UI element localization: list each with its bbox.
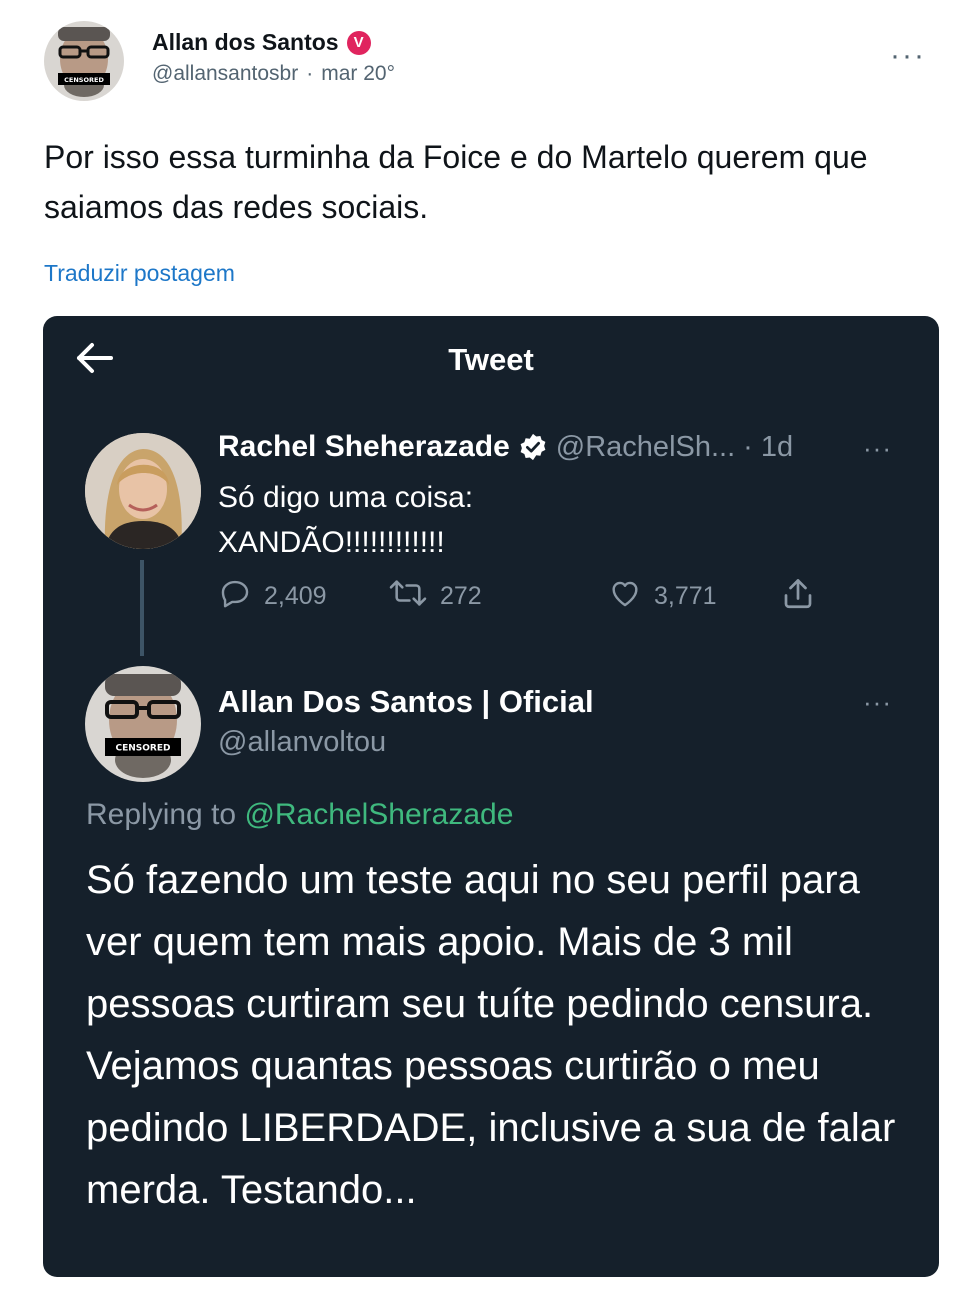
tweet1-text: Só digo uma coisa: XANDÃO!!!!!!!!!!!! [218, 475, 473, 565]
author-avatar-image: CENSORED [44, 21, 124, 101]
tweet-post: CENSORED Allan dos Santos V @allansantos… [0, 0, 972, 1292]
allan-avatar: CENSORED [85, 666, 201, 782]
like-count: 3,771 [654, 582, 717, 610]
allan-avatar-censored-label: CENSORED [116, 744, 171, 754]
tweet1-time: 1d [760, 430, 794, 463]
post-text: Por isso essa turminha da Foice e do Mar… [44, 139, 868, 225]
tweet1-handle: @RachelSh... [555, 430, 736, 463]
rachel-avatar [85, 433, 201, 549]
tweet2-text: Só fazendo um teste aqui no seu perfil p… [86, 858, 896, 1212]
meta-separator: · [306, 62, 314, 85]
tweet1-header: Rachel Sheherazade @RachelSh... · 1d [218, 430, 793, 464]
author-name[interactable]: Allan dos Santos [152, 29, 339, 56]
more-options-icon[interactable]: ··· [890, 41, 926, 71]
embedded-screenshot[interactable]: Tweet Rachel Sheherazade @RachelSh... · … [43, 316, 939, 1277]
retweet-action: 272 [388, 576, 482, 617]
like-action: 3,771 [608, 576, 717, 617]
retweet-icon [388, 576, 428, 617]
reply-icon [218, 576, 252, 617]
tweet1-line2: XANDÃO!!!!!!!!!!!! [218, 526, 445, 559]
replying-mention: @RachelSherazade [244, 798, 514, 831]
translate-post-link[interactable]: Traduzir postagem [44, 260, 235, 287]
author-avatar[interactable]: CENSORED [44, 21, 124, 101]
avatar-censored-label: CENSORED [64, 76, 104, 84]
retweet-count: 272 [440, 582, 482, 610]
tweet2-more-icon: ··· [863, 687, 892, 717]
tweet1-more-icon: ··· [863, 433, 892, 463]
tweet1-actions: 2,409 272 3,771 [218, 576, 818, 616]
reply-action: 2,409 [218, 576, 327, 617]
post-date[interactable]: mar 20° [321, 62, 395, 86]
tweet1-author-name: Rachel Sheherazade [218, 430, 510, 463]
screenshot-title: Tweet [448, 342, 534, 377]
thread-line [140, 560, 144, 656]
verified-badge-icon: V [346, 30, 371, 55]
author-row: Allan dos Santos V [152, 29, 371, 56]
verified-check-icon [518, 432, 548, 462]
tweet2-author-name: Allan Dos Santos | Oficial [218, 684, 594, 719]
reply-count: 2,409 [264, 582, 327, 610]
tweet1-line1: Só digo uma coisa: [218, 481, 474, 514]
author-meta: @allansantosbr · mar 20° [152, 62, 395, 86]
tweet1-separator: · [743, 430, 753, 463]
share-icon [780, 576, 816, 619]
author-handle[interactable]: @allansantosbr [152, 62, 298, 86]
tweet2-handle: @allanvoltou [218, 726, 387, 758]
replying-prefix: Replying to [86, 798, 237, 831]
replying-to-line: Replying to @RachelSherazade [86, 798, 513, 832]
share-action [780, 576, 816, 619]
heart-icon [608, 576, 642, 617]
